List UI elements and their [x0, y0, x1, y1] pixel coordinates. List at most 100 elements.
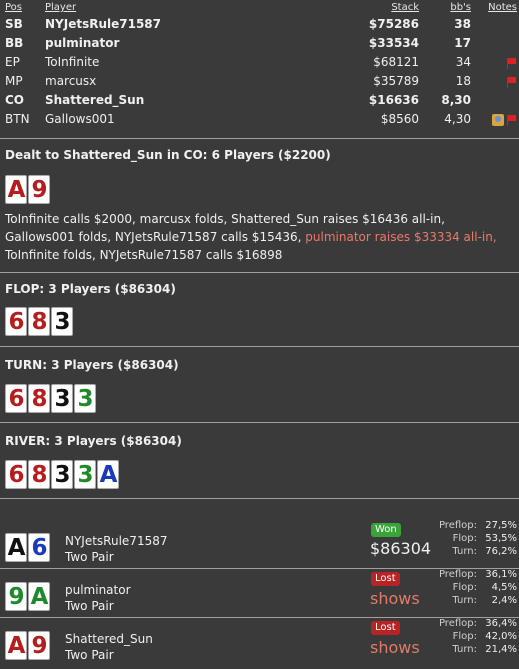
flag-icon[interactable]	[506, 57, 517, 69]
divider	[0, 272, 519, 273]
player-name[interactable]: pulminator	[45, 34, 329, 53]
header-notes[interactable]: Notes	[473, 0, 519, 15]
player-notes[interactable]	[473, 72, 519, 91]
result-player-name[interactable]: pulminator	[65, 582, 131, 598]
result-player-name[interactable]: NYJetsRule71587	[65, 533, 167, 549]
divider	[0, 138, 519, 139]
header-bbs[interactable]: bb's	[421, 0, 473, 15]
river-cards: 6 8 3 3 A	[5, 460, 120, 489]
player-row: MP marcusx $35789 18	[0, 72, 519, 91]
stat-turn: Turn: 2,4%	[420, 594, 517, 607]
river-title: RIVER: 3 Players ($86304)	[5, 434, 182, 448]
person-icon[interactable]	[492, 113, 504, 126]
card: 8	[28, 307, 50, 336]
header-pos[interactable]: Pos	[0, 0, 45, 15]
equity-stats: Preflop: 27,5% Flop: 53,5% Turn: 76,2%	[420, 519, 517, 558]
player-row: BTN Gallows001 $8560 4,30	[0, 110, 519, 129]
result-player-name[interactable]: Shattered_Sun	[65, 631, 153, 647]
stat-turn: Turn: 21,4%	[420, 643, 517, 656]
stat-label: Flop:	[452, 582, 477, 593]
player-pos: CO	[5, 93, 25, 107]
result-hand: Two Pair	[65, 648, 114, 662]
player-notes[interactable]	[473, 91, 519, 110]
player-notes[interactable]	[473, 15, 519, 34]
player-notes[interactable]	[473, 110, 519, 129]
turn-cards: 6 8 3 3	[5, 384, 97, 413]
result-row: A 6 NYJetsRule71587 Two Pair Won $86304 …	[0, 520, 519, 571]
status-badge: Lost	[371, 572, 400, 586]
card: 8	[28, 460, 50, 489]
result-cards: 9 A	[5, 582, 51, 611]
stat-flop: Flop: 53,5%	[420, 532, 517, 545]
player-name[interactable]: NYJetsRule71587	[45, 15, 329, 34]
player-name[interactable]: ToInfinite	[45, 53, 329, 72]
player-name[interactable]: Shattered_Sun	[45, 91, 329, 110]
player-notes[interactable]	[473, 34, 519, 53]
stat-label: Turn:	[452, 644, 477, 655]
card: A	[5, 533, 27, 562]
shows-link[interactable]: shows	[370, 638, 420, 657]
stat-label: Preflop:	[438, 618, 477, 629]
flop-title: FLOP: 3 Players ($86304)	[5, 282, 176, 296]
result-cards: A 6	[5, 533, 51, 562]
hole-cards: A 9	[5, 175, 51, 204]
card: 6	[5, 307, 27, 336]
stat-value: 4,5%	[491, 582, 517, 593]
player-row: BB pulminator $33534 17	[0, 34, 519, 53]
player-pos: BB	[5, 36, 24, 50]
player-stack: $16636	[368, 93, 419, 107]
flag-icon[interactable]	[506, 114, 517, 126]
player-stack: $33534	[368, 36, 419, 50]
card: A	[97, 460, 119, 489]
card: 6	[5, 384, 27, 413]
player-notes[interactable]	[473, 53, 519, 72]
result-cards: A 9	[5, 631, 51, 660]
player-name[interactable]: marcusx	[45, 72, 329, 91]
card: A	[5, 175, 27, 204]
stat-preflop: Preflop: 36,4%	[420, 617, 517, 630]
divider	[0, 498, 519, 499]
stat-flop: Flop: 4,5%	[420, 581, 517, 594]
player-row: CO Shattered_Sun $16636 8,30	[0, 91, 519, 110]
stat-label: Turn:	[452, 546, 477, 557]
card: 3	[51, 384, 73, 413]
player-stack: $68121	[373, 55, 419, 69]
player-name[interactable]: Gallows001	[45, 110, 329, 129]
stat-flop: Flop: 42,0%	[420, 630, 517, 643]
card: 3	[51, 460, 73, 489]
player-pos: BTN	[5, 112, 30, 126]
result-hand: Two Pair	[65, 550, 114, 564]
stat-label: Preflop:	[438, 569, 477, 580]
stat-value: 27,5%	[485, 520, 517, 531]
player-pos: EP	[5, 55, 20, 69]
stat-label: Preflop:	[438, 520, 477, 531]
stat-preflop: Preflop: 36,1%	[420, 568, 517, 581]
stat-value: 2,4%	[491, 595, 517, 606]
player-row: SB NYJetsRule71587 $75286 38	[0, 15, 519, 34]
deal-title: Dealt to Shattered_Sun in CO: 6 Players …	[5, 148, 331, 162]
stat-preflop: Preflop: 27,5%	[420, 519, 517, 532]
header-stack[interactable]: Stack	[329, 0, 421, 15]
stat-value: 36,1%	[485, 569, 517, 580]
flag-icon[interactable]	[506, 76, 517, 88]
player-bbs: 4,30	[444, 112, 471, 126]
result-hand: Two Pair	[65, 599, 114, 613]
player-stack: $35789	[373, 74, 419, 88]
status-badge: Won	[371, 523, 401, 537]
card: 3	[51, 307, 73, 336]
stat-value: 42,0%	[485, 631, 517, 642]
card: 8	[28, 384, 50, 413]
player-bbs: 38	[454, 17, 471, 31]
player-stack: $75286	[368, 17, 419, 31]
card: 6	[5, 460, 27, 489]
players-header-row: Pos Player Stack bb's Notes	[0, 0, 519, 15]
stat-value: 53,5%	[485, 533, 517, 544]
preflop-action: ToInfinite calls $2000, marcusx folds, S…	[5, 210, 510, 264]
action-highlight: pulminator raises $33334 all-in,	[305, 230, 497, 244]
player-pos: SB	[5, 17, 23, 31]
header-player[interactable]: Player	[45, 0, 329, 15]
player-bbs: 34	[455, 55, 471, 69]
equity-stats: Preflop: 36,1% Flop: 4,5% Turn: 2,4%	[420, 568, 517, 607]
shows-link[interactable]: shows	[370, 589, 420, 608]
card: A	[28, 582, 50, 611]
